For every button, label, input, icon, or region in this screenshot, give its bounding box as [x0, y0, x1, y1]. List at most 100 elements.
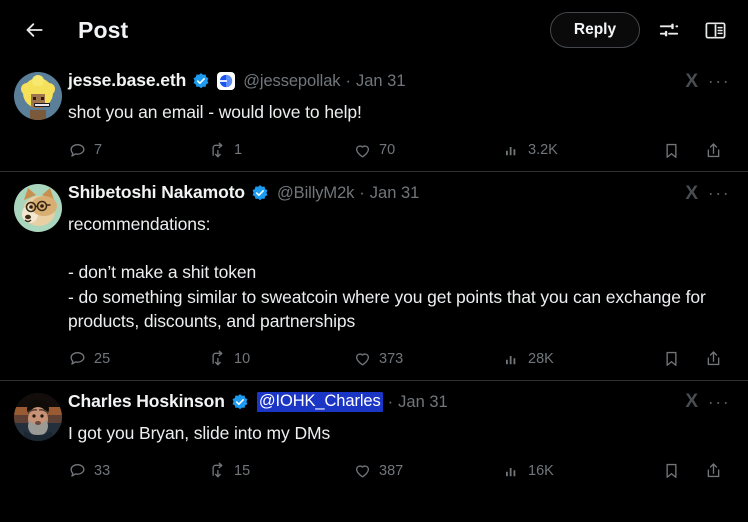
post-text: I got you Bryan, slide into my DMs [68, 422, 331, 443]
handle[interactable]: @BillyM2k [277, 185, 354, 202]
avatar-column [14, 391, 68, 484]
post-thread-screen: Post Reply jesse.base.eth @jessepollak ·… [0, 0, 748, 522]
analytics-bars-icon [506, 147, 516, 156]
share-action[interactable] [704, 141, 730, 160]
avatar[interactable] [14, 392, 62, 441]
like-action[interactable]: 387 [353, 461, 503, 480]
like-action[interactable]: 373 [353, 349, 503, 368]
base-logo-icon [219, 74, 233, 88]
bookmark-action[interactable] [662, 141, 704, 160]
comment-icon [70, 352, 85, 366]
verified-badge-icon [193, 73, 209, 89]
handle[interactable]: @jessepollak [243, 73, 340, 90]
post-header-row: Shibetoshi Nakamoto @BillyM2k · Jan 31 X… [68, 182, 732, 204]
display-name[interactable]: Shibetoshi Nakamoto [68, 184, 245, 202]
post-content: Charles Hoskinson @IOHK_Charles · Jan 31… [68, 391, 734, 484]
book-reader-icon [705, 21, 725, 39]
charles-hoskinson-avatar-icon [14, 392, 62, 441]
separator: · [387, 392, 394, 411]
heart-icon [355, 353, 370, 366]
post-item[interactable]: Charles Hoskinson @IOHK_Charles · Jan 31… [0, 381, 748, 492]
timestamp[interactable]: Jan 31 [398, 394, 448, 411]
like-action[interactable]: 70 [353, 141, 503, 160]
jesse-base-eth-avatar-icon [14, 72, 62, 120]
avatar-column [14, 182, 68, 372]
share-action[interactable] [704, 461, 730, 480]
avatar[interactable] [14, 72, 62, 120]
separator: · [345, 71, 351, 90]
views-count: 3.2K [528, 142, 558, 159]
shibetoshi-nakamoto-avatar-icon [14, 184, 62, 233]
reply-button[interactable]: Reply [550, 12, 640, 48]
x-logo-icon: X [685, 182, 698, 204]
bookmark-action[interactable] [662, 461, 704, 480]
verified-badge-icon [232, 393, 248, 410]
views-action[interactable]: 3.2K [503, 141, 662, 159]
post-actions: 25 10 373 28K [68, 346, 732, 372]
like-count: 70 [379, 142, 396, 159]
analytics-bars-icon [506, 355, 516, 365]
reply-action[interactable]: 33 [68, 461, 208, 480]
repost-icon [212, 463, 223, 478]
post-actions: 33 15 387 16K [68, 458, 732, 484]
share-upload-icon [707, 142, 720, 157]
post-item[interactable]: jesse.base.eth @jessepollak · Jan 31 X ·… [0, 60, 748, 173]
repost-count: 15 [234, 462, 251, 479]
repost-action[interactable]: 15 [208, 461, 353, 480]
more-options-button[interactable]: ··· [706, 391, 732, 413]
like-count: 373 [379, 350, 404, 367]
x-logo-icon: X [685, 391, 698, 413]
display-name[interactable]: jesse.base.eth [68, 72, 186, 90]
reader-mode-button[interactable] [698, 13, 732, 47]
heart-icon [355, 145, 370, 158]
comment-icon [70, 464, 85, 478]
repost-count: 10 [234, 350, 251, 367]
avatar[interactable] [14, 184, 62, 233]
views-count: 28K [528, 350, 554, 367]
timestamp[interactable]: Jan 31 [356, 73, 406, 90]
repost-icon [212, 350, 223, 366]
reply-action[interactable]: 25 [68, 349, 208, 368]
more-options-button[interactable]: ··· [706, 70, 732, 92]
page-title: Post [78, 16, 129, 43]
post-text: recommendations: - don’t make a shit tok… [68, 214, 706, 331]
post-text: shot you an email - would love to help! [68, 102, 362, 122]
repost-action[interactable]: 10 [208, 349, 353, 368]
reply-count: 25 [94, 350, 111, 367]
separator: · [359, 183, 365, 202]
avatar-column [14, 70, 68, 163]
sliders-icon [659, 23, 679, 37]
share-upload-icon [707, 463, 720, 478]
bookmark-icon [666, 352, 677, 367]
handle[interactable]: @IOHK_Charles [256, 392, 383, 412]
more-options-button[interactable]: ··· [706, 182, 732, 204]
timestamp[interactable]: Jan 31 [370, 185, 420, 202]
bookmark-icon [666, 464, 677, 479]
bookmark-icon [666, 143, 677, 158]
repost-count: 1 [234, 142, 243, 159]
post-content: Shibetoshi Nakamoto @BillyM2k · Jan 31 X… [68, 182, 734, 372]
reply-action[interactable]: 7 [68, 141, 208, 160]
back-button[interactable] [18, 13, 52, 47]
share-upload-icon [707, 351, 720, 366]
display-name[interactable]: Charles Hoskinson [68, 393, 225, 411]
verified-badge-icon [252, 185, 268, 201]
post-actions: 7 1 70 3.2K [68, 137, 732, 163]
share-action[interactable] [704, 349, 730, 368]
like-count: 387 [379, 462, 404, 479]
x-logo-icon: X [685, 70, 698, 92]
bookmark-action[interactable] [662, 349, 704, 368]
base-logo-badge[interactable] [217, 72, 236, 90]
views-action[interactable]: 28K [503, 350, 662, 368]
views-count: 16K [528, 462, 554, 479]
repost-action[interactable]: 1 [208, 141, 353, 160]
post-content: jesse.base.eth @jessepollak · Jan 31 X ·… [68, 70, 734, 163]
repost-icon [212, 142, 223, 158]
post-item[interactable]: Shibetoshi Nakamoto @BillyM2k · Jan 31 X… [0, 172, 748, 381]
views-action[interactable]: 16K [503, 462, 662, 480]
heart-icon [355, 465, 370, 478]
sliders-button[interactable] [652, 13, 686, 47]
app-header: Post Reply [0, 0, 748, 60]
post-list: jesse.base.eth @jessepollak · Jan 31 X ·… [0, 60, 748, 492]
comment-icon [70, 143, 85, 157]
